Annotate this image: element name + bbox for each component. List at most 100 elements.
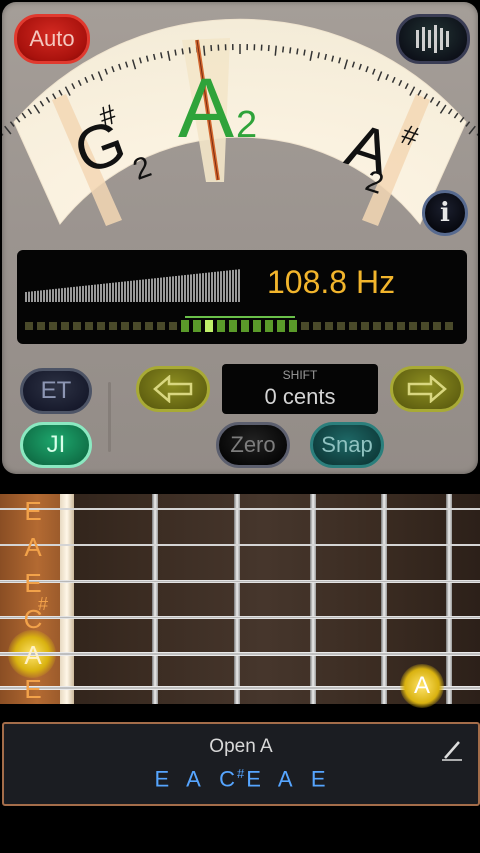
cents-meter — [25, 316, 453, 332]
level-bar — [181, 275, 183, 302]
meter-segment — [193, 320, 201, 332]
tuning-name: Open A — [209, 736, 273, 757]
fret — [234, 494, 240, 704]
fret — [152, 494, 158, 704]
arrow-left-icon — [153, 375, 193, 403]
level-bar — [172, 276, 174, 302]
level-bar — [214, 271, 216, 302]
level-bar — [220, 271, 222, 302]
pencil-icon[interactable] — [440, 738, 464, 762]
level-bar — [85, 285, 87, 302]
snap-button[interactable]: Snap — [310, 422, 384, 468]
center-note-octave: 2 — [236, 104, 258, 146]
level-bar — [43, 290, 45, 302]
level-bar — [142, 279, 144, 302]
dial-tick — [465, 121, 471, 127]
string — [0, 616, 480, 619]
level-bar — [109, 283, 111, 302]
level-bar — [64, 287, 66, 302]
level-bar — [205, 272, 207, 302]
ji-button[interactable]: JI — [20, 422, 92, 468]
frequency-readout: 108.8 Hz — [267, 264, 396, 300]
level-bar — [202, 273, 204, 302]
pitch-marker-note: A — [413, 672, 430, 699]
level-bar — [232, 269, 234, 302]
string-accidental: # — [38, 594, 49, 614]
signal-level-bars — [25, 269, 240, 302]
tuning-selector[interactable]: Open A E A C#E A E — [2, 722, 480, 806]
level-bar — [178, 275, 180, 302]
meter-segment — [409, 322, 417, 330]
dial-tick — [274, 45, 277, 56]
level-bar — [52, 289, 54, 302]
meter-segment — [349, 322, 357, 330]
meter-segment — [397, 322, 405, 330]
level-bar — [82, 285, 84, 302]
level-bar — [196, 273, 198, 302]
level-bar — [154, 278, 156, 302]
level-bar — [133, 280, 135, 302]
fretboard[interactable]: E A E C # A E A — [0, 494, 480, 708]
level-bar — [115, 282, 117, 302]
meter-segment — [25, 322, 33, 330]
meter-segment — [229, 320, 237, 332]
level-bar — [70, 287, 72, 302]
dial-tick — [468, 125, 476, 135]
meter-segment — [181, 320, 189, 332]
snap-label: Snap — [321, 432, 373, 457]
et-button[interactable]: ET — [20, 368, 92, 414]
level-bar — [94, 284, 96, 302]
level-bar — [136, 280, 138, 302]
level-bar — [139, 279, 141, 302]
dial-tick — [296, 48, 299, 55]
level-bar — [187, 274, 189, 302]
level-bar — [229, 270, 231, 302]
level-bar — [148, 278, 150, 302]
fret — [446, 494, 452, 704]
shift-up-button[interactable] — [390, 366, 464, 412]
level-bar — [67, 287, 69, 302]
level-bar — [91, 284, 93, 302]
level-bar — [58, 288, 60, 302]
meter-segment — [49, 322, 57, 330]
level-bar — [223, 270, 225, 302]
string-note: E — [24, 674, 42, 704]
zero-button[interactable]: Zero — [216, 422, 290, 468]
level-bar — [211, 272, 213, 302]
meter-segment — [385, 322, 393, 330]
zero-label: Zero — [230, 432, 276, 457]
meter-segment — [85, 322, 93, 330]
level-bar — [31, 291, 33, 302]
string — [0, 652, 480, 656]
meter-segment — [169, 322, 177, 330]
meter-segment — [325, 322, 333, 330]
level-bar — [28, 291, 30, 302]
string — [0, 508, 480, 510]
level-bar — [100, 284, 102, 302]
shift-down-button[interactable] — [136, 366, 210, 412]
nut — [60, 494, 74, 704]
dial-tick — [9, 121, 15, 127]
level-bar — [235, 269, 237, 302]
level-bar — [226, 270, 228, 302]
divider — [108, 382, 111, 452]
tuning-notes: E A C#E A E — [4, 766, 478, 792]
meter-segment — [145, 322, 153, 330]
level-bar — [34, 291, 36, 302]
shift-value: 0 cents — [264, 384, 336, 409]
meter-range — [185, 316, 295, 318]
left-note: G # 2 — [66, 98, 166, 188]
level-bar — [97, 284, 99, 302]
level-bar — [190, 274, 192, 302]
info-button[interactable]: i — [422, 190, 468, 236]
level-bar — [55, 288, 57, 302]
level-bar — [121, 281, 123, 302]
level-bar — [112, 282, 114, 302]
level-bar — [193, 274, 195, 302]
level-bar — [175, 276, 177, 302]
dial-tick — [289, 47, 292, 54]
fret — [310, 494, 316, 704]
level-bar — [124, 281, 126, 302]
meter-segment — [445, 322, 453, 330]
meter-segment — [205, 320, 213, 332]
